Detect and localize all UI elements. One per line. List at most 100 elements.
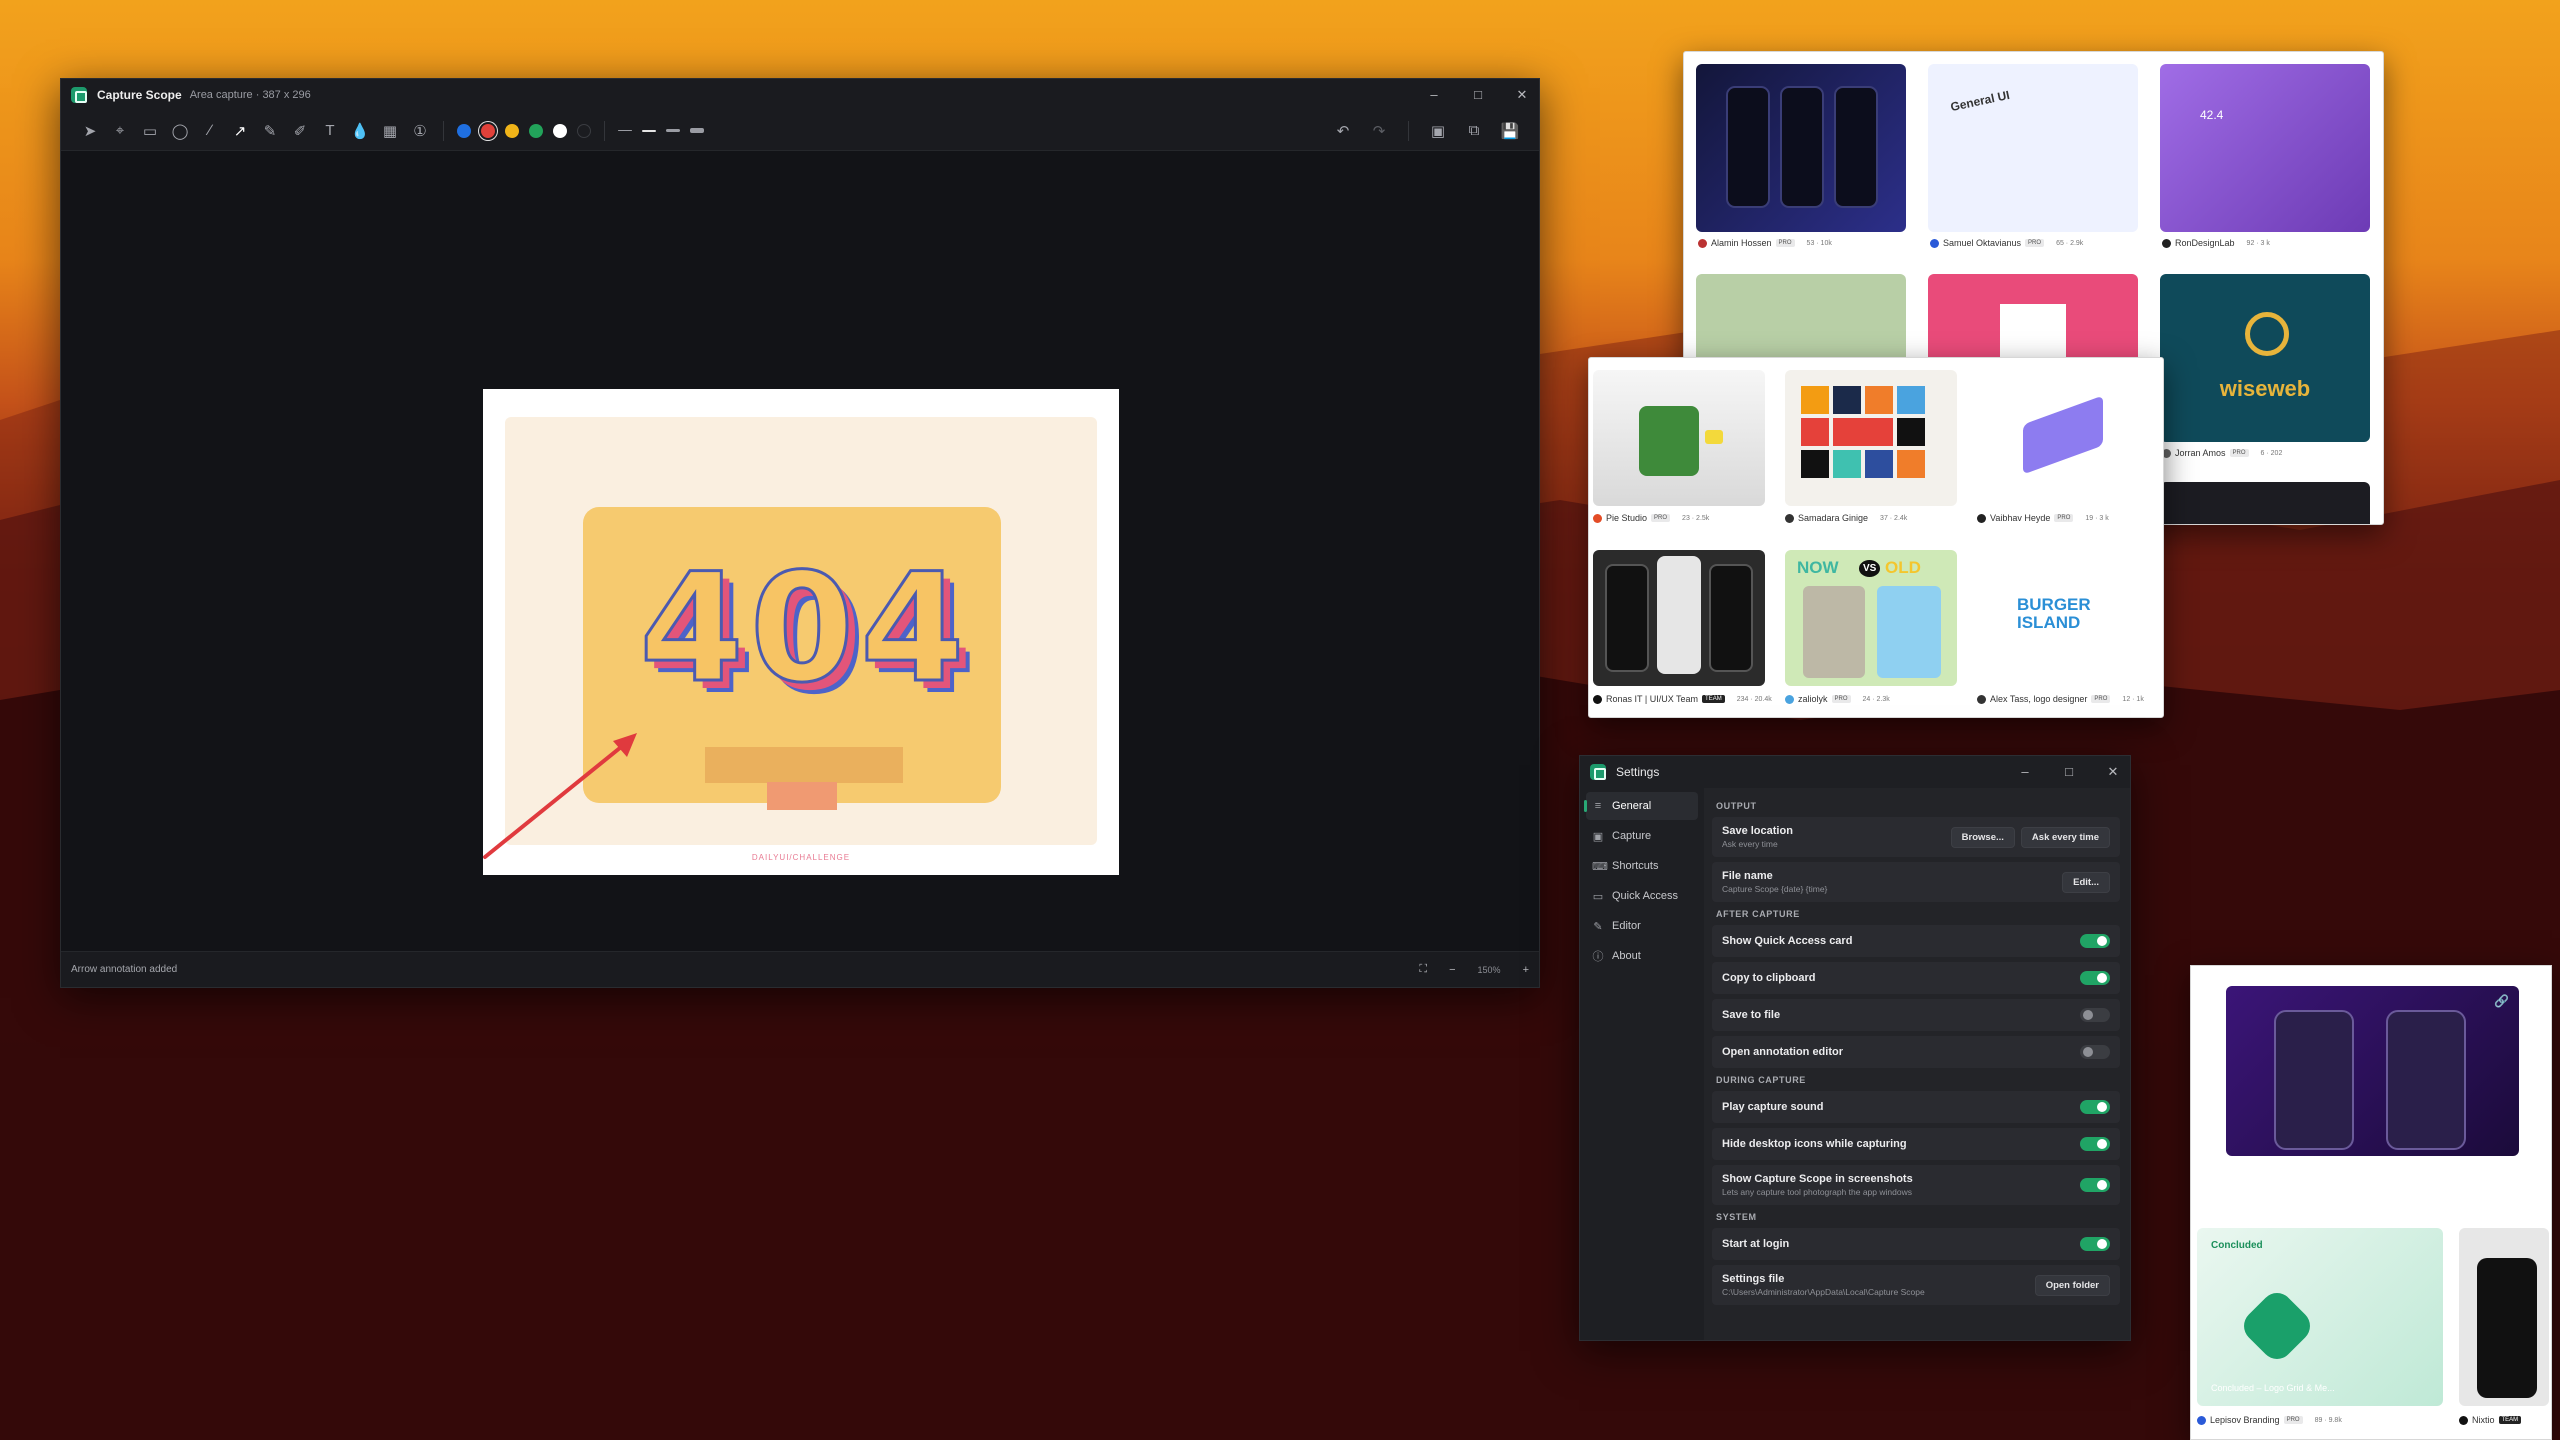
shot-author[interactable]: Vaibhav Heyde PRO 19 · 3 k <box>1977 513 2109 523</box>
shot-tile[interactable]: BURGER ISLAND <box>1977 550 2149 686</box>
undo-icon[interactable]: ↶ <box>1328 116 1358 146</box>
shot-tile[interactable] <box>1696 64 1906 232</box>
ask-every-time-button[interactable]: Ask every time <box>2020 826 2110 848</box>
shot-author[interactable]: Nixtio TEAM <box>2459 1415 2522 1425</box>
settings-content: OUTPUT Save location Ask every time Brow… <box>1704 788 2130 1340</box>
color-swatch-yellow[interactable] <box>505 123 519 138</box>
sliders-icon: ≡ <box>1594 800 1602 812</box>
shot-author[interactable]: Pie Studio PRO 23 · 2.5k <box>1593 513 1709 523</box>
arrow-annotation[interactable] <box>481 731 641 861</box>
shot-tile[interactable]: General UI <box>1928 64 2138 232</box>
copy-clipboard-toggle[interactable] <box>2080 971 2110 985</box>
color-swatch-black[interactable] <box>577 123 591 138</box>
ellipse-icon[interactable]: ◯ <box>165 116 195 146</box>
stroke-thick[interactable] <box>661 121 685 141</box>
toolbar-divider <box>443 120 444 141</box>
stroke-thin[interactable] <box>613 121 637 141</box>
shot-tile[interactable] <box>1977 370 2149 506</box>
stroke-extra-thick[interactable] <box>685 121 709 141</box>
zoom-out-icon[interactable]: − <box>1449 964 1455 976</box>
start-login-toggle[interactable] <box>2080 1237 2110 1251</box>
nav-capture[interactable]: ▣ Capture <box>1586 822 1698 850</box>
tile-vs-text: VS <box>1859 560 1881 577</box>
copy-clipboard-row: Copy to clipboard <box>1712 962 2120 994</box>
shot-author[interactable]: Ronas IT | UI/UX Team TEAM 234 · 20.4k <box>1593 694 1772 704</box>
highlighter-icon[interactable]: ✐ <box>285 116 315 146</box>
minimize-icon[interactable]: – <box>2018 764 2032 780</box>
globe-icon <box>2245 312 2289 356</box>
stroke-medium[interactable] <box>637 121 661 141</box>
shot-tile[interactable] <box>1785 370 1957 506</box>
shot-author[interactable]: Lepisov Branding PRO 89 · 9.8k <box>2197 1415 2342 1425</box>
pen-icon[interactable]: ✎ <box>255 116 285 146</box>
shot-tile[interactable]: 42.4 <box>2160 64 2370 232</box>
shot-author[interactable]: Samuel Oktavianus PRO 65 · 2.9k <box>1930 238 2083 248</box>
color-swatch-blue[interactable] <box>457 123 471 138</box>
line-icon[interactable]: ∕ <box>195 116 225 146</box>
shot-tile[interactable] <box>2160 482 2370 524</box>
minimize-icon[interactable]: – <box>1427 87 1441 103</box>
nav-shortcuts[interactable]: ⌨ Shortcuts <box>1586 852 1698 880</box>
tile-old-text: OLD <box>1885 558 1921 577</box>
crop-icon[interactable]: ⌖ <box>105 116 135 146</box>
shot-tile[interactable] <box>1593 370 1765 506</box>
toolbar-divider <box>604 120 605 141</box>
annotation-toolbar: ➤ ⌖ ▭ ◯ ∕ ↗ ✎ ✐ T 💧 ▦ ① ↶ ↷ ▣ ⧉ 💾 <box>61 111 1539 151</box>
shot-tile[interactable]: wiseweb <box>2160 274 2370 442</box>
save-file-toggle[interactable] <box>2080 1008 2110 1022</box>
pencil-icon: ✎ <box>1593 920 1603 933</box>
open-folder-button[interactable]: Open folder <box>2034 1274 2110 1296</box>
info-icon: ⓘ <box>1592 951 1604 963</box>
nav-editor[interactable]: ✎ Editor <box>1586 912 1698 940</box>
edit-filename-button[interactable]: Edit... <box>2062 871 2110 893</box>
shots-window-middle: Pie Studio PRO 23 · 2.5k Samadara Ginige… <box>1588 357 2164 718</box>
link-icon[interactable]: 🔗 <box>2494 994 2509 1008</box>
step-number-icon[interactable]: ① <box>405 116 435 146</box>
shot-tile[interactable]: 🔗 <box>2226 986 2519 1156</box>
open-editor-toggle[interactable] <box>2080 1045 2110 1059</box>
rectangle-icon[interactable]: ▭ <box>135 116 165 146</box>
blur-icon[interactable]: 💧 <box>345 116 375 146</box>
nav-general[interactable]: ≡ General <box>1584 792 1698 820</box>
maximize-icon[interactable]: □ <box>1471 87 1485 103</box>
fit-screen-icon[interactable]: ⛶ <box>1419 963 1427 976</box>
redo-icon[interactable]: ↷ <box>1364 116 1394 146</box>
show-quick-access-toggle[interactable] <box>2080 934 2110 948</box>
shot-tile[interactable] <box>2459 1228 2549 1406</box>
shot-author[interactable]: Samadara Ginige 37 · 2.4k <box>1785 513 1907 523</box>
shot-tile[interactable]: Concluded Concluded – Logo Grid & Me... <box>2197 1228 2443 1406</box>
maximize-icon[interactable]: □ <box>2062 764 2076 780</box>
hide-icons-toggle[interactable] <box>2080 1137 2110 1151</box>
settings-titlebar[interactable]: Settings – □ ✕ <box>1580 756 2130 788</box>
color-swatch-green[interactable] <box>529 123 543 138</box>
close-icon[interactable]: ✕ <box>1515 87 1529 103</box>
play-sound-toggle[interactable] <box>2080 1100 2110 1114</box>
close-icon[interactable]: ✕ <box>2106 764 2120 780</box>
color-swatch-white[interactable] <box>553 123 567 138</box>
arrow-icon[interactable]: ↗ <box>225 116 255 146</box>
editor-titlebar[interactable]: Capture Scope Area capture · 387 x 296 –… <box>61 79 1539 111</box>
show-in-screenshots-row: Show Capture Scope in screenshots Lets a… <box>1712 1165 2120 1205</box>
select-icon[interactable]: ➤ <box>75 116 105 146</box>
shot-author[interactable]: Alex Tass, logo designer PRO 12 · 1k <box>1977 694 2144 704</box>
nav-quick-access[interactable]: ▭ Quick Access <box>1586 882 1698 910</box>
star-logo-icon <box>2237 1286 2317 1366</box>
color-swatch-red[interactable] <box>481 123 495 138</box>
shot-tile[interactable]: NOW VS OLD <box>1785 550 1957 686</box>
capture-info: Area capture · 387 x 296 <box>189 89 311 101</box>
show-in-screenshots-toggle[interactable] <box>2080 1178 2110 1192</box>
text-icon[interactable]: T <box>315 116 345 146</box>
shot-author[interactable]: RonDesignLab 92 · 3 k <box>2162 238 2270 248</box>
shot-author[interactable]: Alamin Hossen PRO 53 · 10k <box>1698 238 1832 248</box>
shot-tile[interactable] <box>1593 550 1765 686</box>
pixelate-icon[interactable]: ▦ <box>375 116 405 146</box>
browse-button[interactable]: Browse... <box>1950 826 2015 848</box>
editor-canvas[interactable]: 404 DAILYUI/CHALLENGE <box>61 151 1539 951</box>
nav-about[interactable]: ⓘ About <box>1586 942 1698 970</box>
save-icon[interactable]: 💾 <box>1495 116 1525 146</box>
zoom-in-icon[interactable]: + <box>1523 964 1529 976</box>
copy-icon[interactable]: ⧉ <box>1459 116 1489 146</box>
shot-author[interactable]: Jorran Amos PRO 6 · 202 <box>2162 448 2282 458</box>
shot-author[interactable]: zaliolyk PRO 24 · 2.3k <box>1785 694 1890 704</box>
ocr-icon[interactable]: ▣ <box>1423 116 1453 146</box>
